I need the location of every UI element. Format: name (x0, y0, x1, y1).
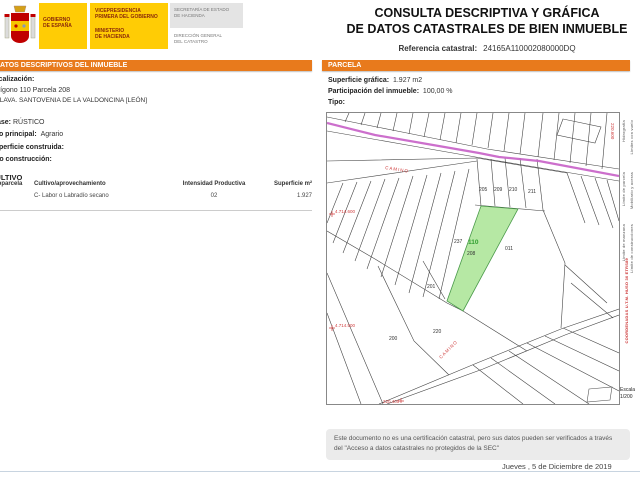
spain-coat-of-arms-icon (2, 3, 38, 49)
localizacion-poligono: Polígono 110 Parcela 208 (0, 87, 70, 94)
secretaria-line2: DE HACIENDA (174, 13, 243, 19)
parcel-label-210: 210 (509, 187, 518, 193)
datos-descriptivos-panel: DATOS DESCRIPTIVOS DEL INMUEBLE Localiza… (0, 60, 312, 430)
footer-divider (0, 471, 640, 472)
title-line1: CONSULTA DESCRIPTIVA Y GRÁFICA (332, 5, 640, 21)
road-label-camino-bottom: CAMINO (438, 339, 459, 360)
title-line2: DE DATOS CATASTRALES DE BIEN INMUEBLE (332, 21, 640, 37)
ministerio-block: VICEPRESIDENCIA PRIMERA DEL GOBIERNO MIN… (90, 3, 168, 49)
hydrography-line (327, 123, 619, 176)
cell-intensidad: 02 (174, 193, 254, 199)
gobierno-line2: DE ESPAÑA (43, 23, 87, 29)
col-subparcela: Subparcela (0, 181, 34, 187)
gobierno-espana-block: GOBIERNO DE ESPAÑA (39, 3, 87, 49)
poligono-label-110: 110 (468, 239, 479, 246)
col-intensidad: Intensidad Productiva (174, 181, 254, 187)
col-cultivo: Cultivo/aprovechamiento (34, 181, 174, 187)
participacion-value: 100,00 % (423, 88, 453, 95)
escala-block: Escala 1/200 (620, 387, 635, 400)
coord-x2: 220.600 (610, 123, 615, 140)
legend-limite-manzana: Límite de manzana (621, 224, 626, 261)
secretaria-block: SECRETARÍA DE ESTADO DE HACIENDA (170, 3, 243, 28)
superficie-construida-line: Superficie construida: (0, 144, 66, 151)
cell-superficie: 1.927 (254, 193, 312, 199)
col-superficie: Superficie m² (254, 181, 312, 187)
superficie-construida-label: Superficie construida: (0, 144, 64, 151)
parcel-label-209: 209 (494, 187, 503, 193)
clase-value: RÚSTICO (13, 119, 45, 126)
highlighted-parcel (447, 206, 518, 311)
uso-value: Agrario (41, 131, 64, 138)
participacion-label: Participación del inmueble: (328, 88, 419, 95)
clase-label: Clase: (0, 119, 11, 126)
cell-cultivo: C- Labor o Labradío secano (34, 193, 174, 199)
direccion-line2: DEL CATASTRO (174, 39, 243, 45)
ministerio-line2: DE HACIENDA (95, 34, 168, 40)
parcel-label-200: 200 (389, 336, 398, 342)
document-title: CONSULTA DESCRIPTIVA Y GRÁFICA DE DATOS … (332, 5, 640, 53)
ano-construccion-line: Año construcción: (0, 156, 54, 163)
direccion-catastro-block: DIRECCIÓN GENERAL DEL CATASTRO (170, 31, 243, 49)
legend-limites-vuelo: Límites con vuelo (629, 120, 634, 155)
referencia-catastral: Referencia catastral: 24165A110002080000D… (332, 44, 640, 53)
scale-box-icon (587, 387, 612, 402)
table-divider (0, 210, 312, 211)
vicepresidencia-line2: PRIMERA DEL GOBIERNO (95, 14, 168, 20)
legend-hidrografia: Hidrografía (621, 120, 626, 142)
legend-limite-parcela: Límite de parcela (621, 172, 626, 206)
tipo-label: Tipo: (328, 99, 345, 106)
cell-subparcela: a (0, 193, 34, 199)
date-line: Jueves , 5 de Diciembre de 2019 (502, 462, 640, 471)
tipo-line: Tipo: (328, 99, 347, 106)
page: { "header": { "coat_of_arms_icon": "spai… (0, 0, 640, 480)
superficie-grafica-label: Superficie gráfica: (328, 77, 389, 84)
parcela-header: PARCELA (322, 60, 630, 71)
legend-mobiliario: Mobiliario y aceras (629, 172, 634, 209)
referencia-value: 24165A110002080000DQ (483, 44, 575, 53)
coord-y1: 4.714.600 (335, 209, 356, 214)
datos-descriptivos-header: DATOS DESCRIPTIVOS DEL INMUEBLE (0, 60, 312, 71)
parcel-label-011: 011 (505, 246, 513, 252)
superficie-grafica-value: 1.927 m2 (393, 77, 422, 84)
parcel-label-208: 208 (467, 251, 476, 257)
coord-y2: 4.714.500 (335, 323, 356, 328)
parcel-label-201: 201 (427, 284, 436, 290)
coord-x1: 220.400 (383, 399, 400, 404)
crs-note: COORDENADAS U.T.M. HUSO 30 ETRS89 (624, 258, 629, 344)
cultivo-table-row: aC- Labor o Labradío secano021.927 (0, 193, 312, 199)
clase-line: Clase: RÚSTICO (0, 119, 44, 126)
cadastral-map: 205 209 210 211 011 237 208 201 220 200 … (327, 113, 619, 404)
uso-line: Uso principal: Agrario (0, 131, 63, 138)
cadastral-map-frame: 205 209 210 211 011 237 208 201 220 200 … (326, 112, 620, 405)
cultivo-table-header: SubparcelaCultivo/aprovechamientoIntensi… (0, 181, 312, 187)
ano-construccion-label: Año construcción: (0, 156, 52, 163)
referencia-label: Referencia catastral: (398, 44, 477, 53)
escala-value: 1/200 (620, 394, 635, 401)
parcel-label-220: 220 (433, 329, 442, 335)
uso-label: Uso principal: (0, 131, 37, 138)
disclaimer-box: Este documento no es una certificación c… (326, 429, 630, 460)
participacion-line: Participación del inmueble: 100,00 % (328, 88, 453, 95)
parcel-label-211: 211 (528, 189, 536, 195)
parcel-label-237: 237 (454, 239, 463, 245)
localizacion-municipio: VILLAVA. SANTOVENIA DE LA VALDONCINA [LE… (0, 97, 147, 104)
superficie-grafica-line: Superficie gráfica: 1.927 m2 (328, 77, 422, 84)
legend-limite-construcciones: Límite de construcciones (629, 224, 634, 273)
escala-label: Escala (620, 387, 635, 394)
localizacion-label: Localización: (0, 76, 34, 83)
parcel-label-205: 205 (479, 187, 488, 193)
